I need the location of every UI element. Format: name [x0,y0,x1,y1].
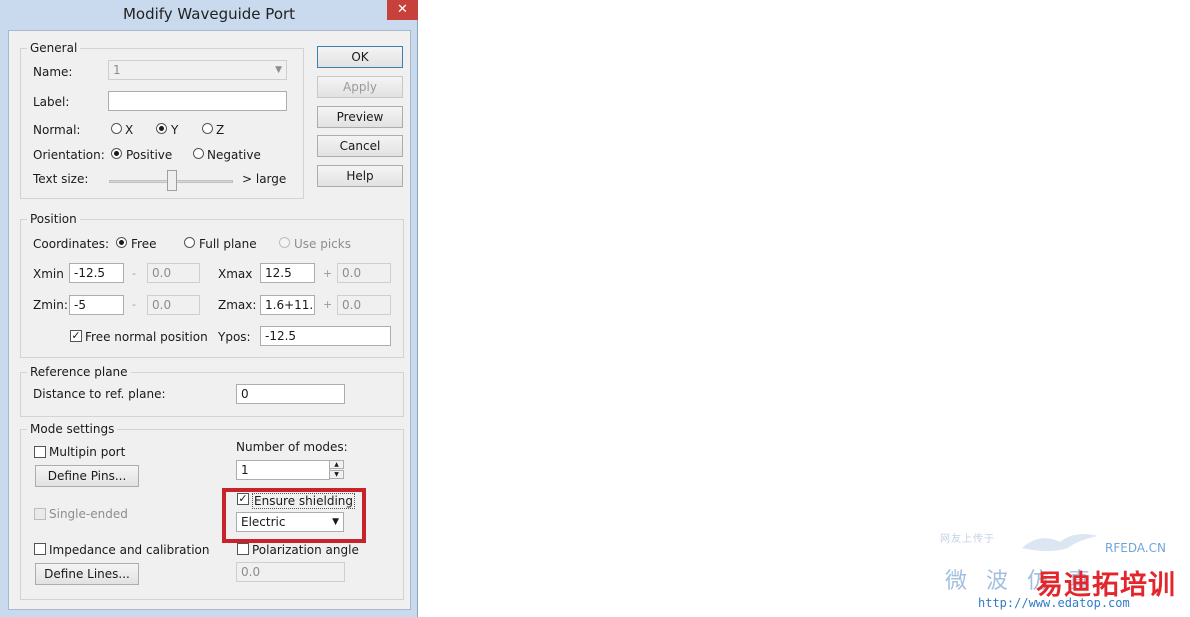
cancel-button[interactable]: Cancel [317,135,403,157]
impedance-calibration-checkbox[interactable] [34,543,46,555]
xmax-input[interactable]: 12.5 [260,263,315,283]
orientation-label: Orientation: [33,148,105,162]
dialog-title: Modify Waveguide Port [122,5,296,23]
close-icon: ✕ [397,2,408,17]
xmax-plus: + [323,267,333,280]
coordinates-free-label: Free [131,237,157,251]
number-of-modes-spinner[interactable]: ▲ ▼ [329,460,344,480]
impedance-calibration-label: Impedance and calibration [49,543,210,557]
title-bar[interactable]: Modify Waveguide Port ✕ [0,0,418,30]
ok-button[interactable]: OK [317,46,403,68]
xmin-minus: - [132,267,136,280]
watermark-url: http://www.edatop.com [978,596,1130,610]
distance-input[interactable]: 0 [236,384,345,404]
polarization-angle-input[interactable]: 0.0 [236,562,345,582]
annotation-highlight-box [222,488,366,543]
watermark-rfeda: RFEDA.CN [1105,541,1167,555]
number-of-modes-input[interactable]: 1 [236,460,330,480]
text-size-label: Text size: [33,172,89,186]
zmax-label: Zmax: [218,298,257,312]
apply-button[interactable]: Apply [317,76,403,98]
ypos-input[interactable]: -12.5 [260,326,391,346]
chevron-down-icon: ▼ [275,65,282,75]
check-icon: ✓ [71,329,81,342]
close-button[interactable]: ✕ [387,0,418,20]
normal-y-label: Y [171,123,179,137]
dialog-window: Modify Waveguide Port ✕ OK Apply Preview… [0,0,418,617]
spin-up-icon[interactable]: ▲ [329,460,344,469]
xmax-offset-input[interactable]: 0.0 [337,263,391,283]
text-size-hint: > large [242,172,287,186]
orientation-positive-radio[interactable] [111,148,122,159]
define-pins-button[interactable]: Define Pins... [35,465,139,487]
help-button[interactable]: Help [317,165,403,187]
single-ended-checkbox[interactable] [34,508,46,520]
coordinates-use-picks-radio[interactable] [279,237,290,248]
watermark-bird-icon [1022,534,1098,551]
watermark-site-line: 网友上传于 [940,534,995,545]
preview-button[interactable]: Preview [317,106,403,128]
normal-z-label: Z [216,123,225,137]
polarization-angle-label: Polarization angle [252,543,359,557]
xmax-label: Xmax [218,267,253,281]
name-select[interactable]: 1 ▼ [108,60,287,80]
zmin-label: Zmin: [33,298,68,312]
free-normal-label: Free normal position [85,330,208,344]
reference-plane-group-title: Reference plane [27,365,131,379]
normal-x-radio[interactable] [111,123,122,134]
position-group-title: Position [27,212,80,226]
normal-z-radio[interactable] [202,123,213,134]
distance-label: Distance to ref. plane: [33,387,166,401]
xmin-label: Xmin [33,267,64,281]
multipin-checkbox[interactable] [34,446,46,458]
mode-settings-group-title: Mode settings [27,422,118,436]
ypos-label: Ypos: [218,330,251,344]
normal-x-label: X [125,123,134,137]
coordinates-use-picks-label: Use picks [294,237,351,251]
coordinates-full-plane-radio[interactable] [184,237,195,248]
orientation-negative-radio[interactable] [193,148,204,159]
coordinates-full-plane-label: Full plane [199,237,257,251]
zmin-minus: - [132,298,136,311]
name-label: Name: [33,65,73,79]
multipin-label: Multipin port [49,445,126,459]
spin-down-icon[interactable]: ▼ [329,470,344,479]
general-group-title: General [27,41,81,55]
text-size-slider-thumb[interactable] [167,170,177,191]
polarization-angle-checkbox[interactable] [237,543,249,555]
zmax-offset-input[interactable]: 0.0 [337,295,391,315]
orientation-negative-label: Negative [207,148,261,162]
label-label: Label: [33,95,70,109]
normal-label: Normal: [33,123,81,137]
number-of-modes-label: Number of modes: [236,440,348,454]
name-value: 1 [113,63,121,77]
xmin-input[interactable]: -12.5 [69,263,124,283]
label-input[interactable] [108,91,287,111]
zmax-input[interactable]: 1.6+11.2 [260,295,315,315]
xmin-offset-input[interactable]: 0.0 [147,263,200,283]
zmin-input[interactable]: -5 [69,295,124,315]
define-lines-button[interactable]: Define Lines... [35,563,139,585]
zmin-offset-input[interactable]: 0.0 [147,295,200,315]
single-ended-label: Single-ended [49,507,128,521]
zmax-plus: + [323,298,333,311]
normal-y-radio[interactable] [156,123,167,134]
coordinates-label: Coordinates: [33,237,110,251]
dialog-client-area: OK Apply Preview Cancel Help General Nam… [8,30,411,610]
free-normal-checkbox[interactable]: ✓ [70,330,82,342]
orientation-positive-label: Positive [126,148,173,162]
coordinates-free-radio[interactable] [116,237,127,248]
